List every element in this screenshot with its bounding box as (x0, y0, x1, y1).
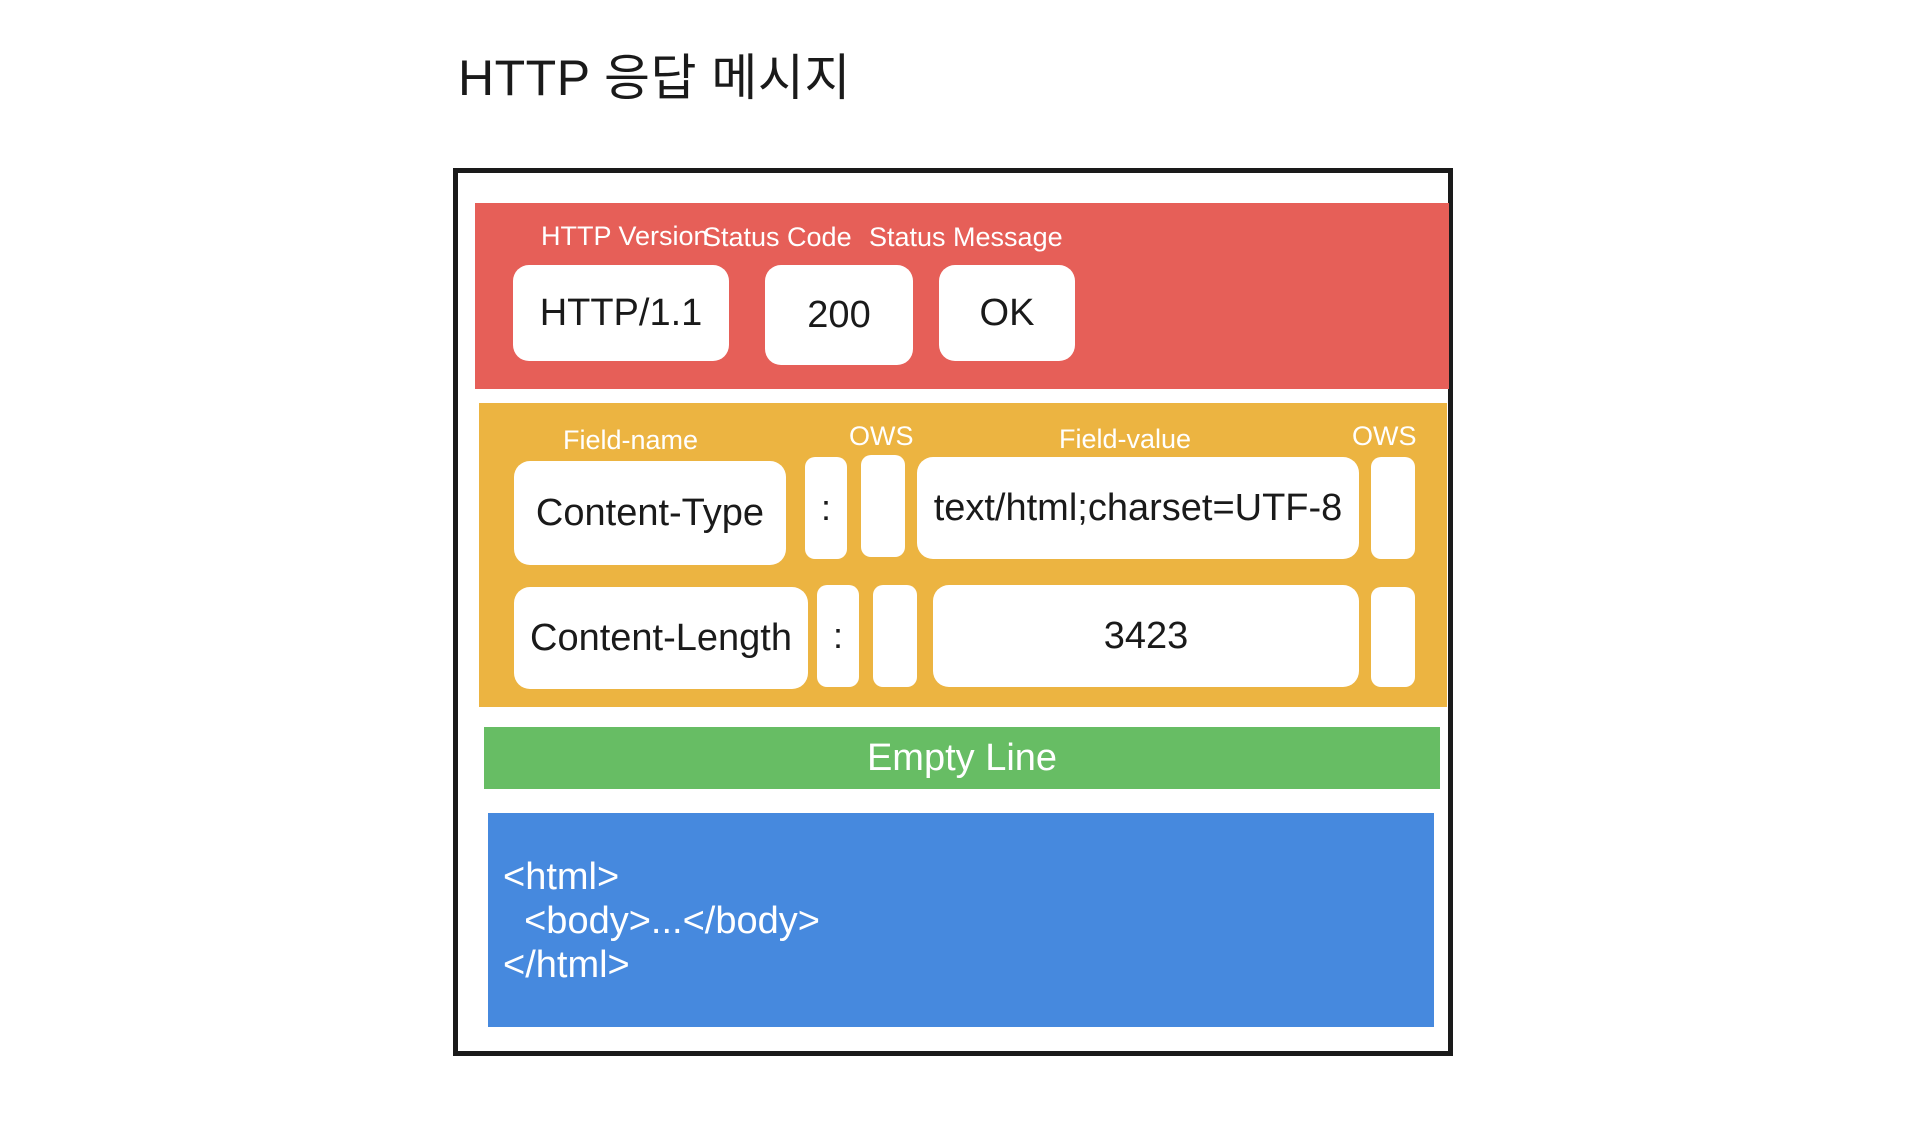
status-code-label: Status Code (703, 222, 852, 252)
headers-section: Field-name OWS Field-value OWS Content-T… (479, 403, 1447, 707)
empty-line-label: Empty Line (866, 736, 1058, 779)
header-colon-box: : (805, 457, 847, 559)
ows-right-label: OWS (1352, 421, 1417, 451)
body-line: <html> (503, 856, 620, 898)
body-line: </html> (503, 944, 630, 986)
page-title: HTTP 응답 메시지 (458, 50, 851, 106)
status-code-box: 200 (765, 265, 913, 365)
header-ows-right-box (1371, 587, 1415, 687)
ows-left-label: OWS (849, 421, 914, 451)
empty-line-section: Empty Line (484, 727, 1440, 789)
http-response-diagram: HTTP Version Status Code Status Message … (453, 168, 1453, 1056)
body-section: <html> <body>...</body> </html> (488, 813, 1434, 1027)
status-line-section: HTTP Version Status Code Status Message … (475, 203, 1449, 389)
header-colon-box: : (817, 585, 859, 687)
status-message-box: OK (939, 265, 1075, 361)
field-value-label: Field-value (1059, 424, 1192, 454)
header-field-name-box: Content-Length (514, 587, 808, 689)
header-field-name-box: Content-Type (514, 461, 786, 565)
header-ows-left-box (873, 585, 917, 687)
header-ows-left-box (861, 455, 905, 557)
header-ows-right-box (1371, 457, 1415, 559)
message-body: <html> <body>...</body> </html> (503, 855, 820, 987)
body-line: <body>...</body> (503, 900, 820, 942)
status-message-label: Status Message (869, 222, 1063, 252)
http-version-label: HTTP Version (541, 221, 709, 251)
field-name-label: Field-name (563, 425, 699, 455)
http-version-box: HTTP/1.1 (513, 265, 729, 361)
header-field-value-box: text/html;charset=UTF-8 (917, 457, 1359, 559)
header-field-value-box: 3423 (933, 585, 1359, 687)
